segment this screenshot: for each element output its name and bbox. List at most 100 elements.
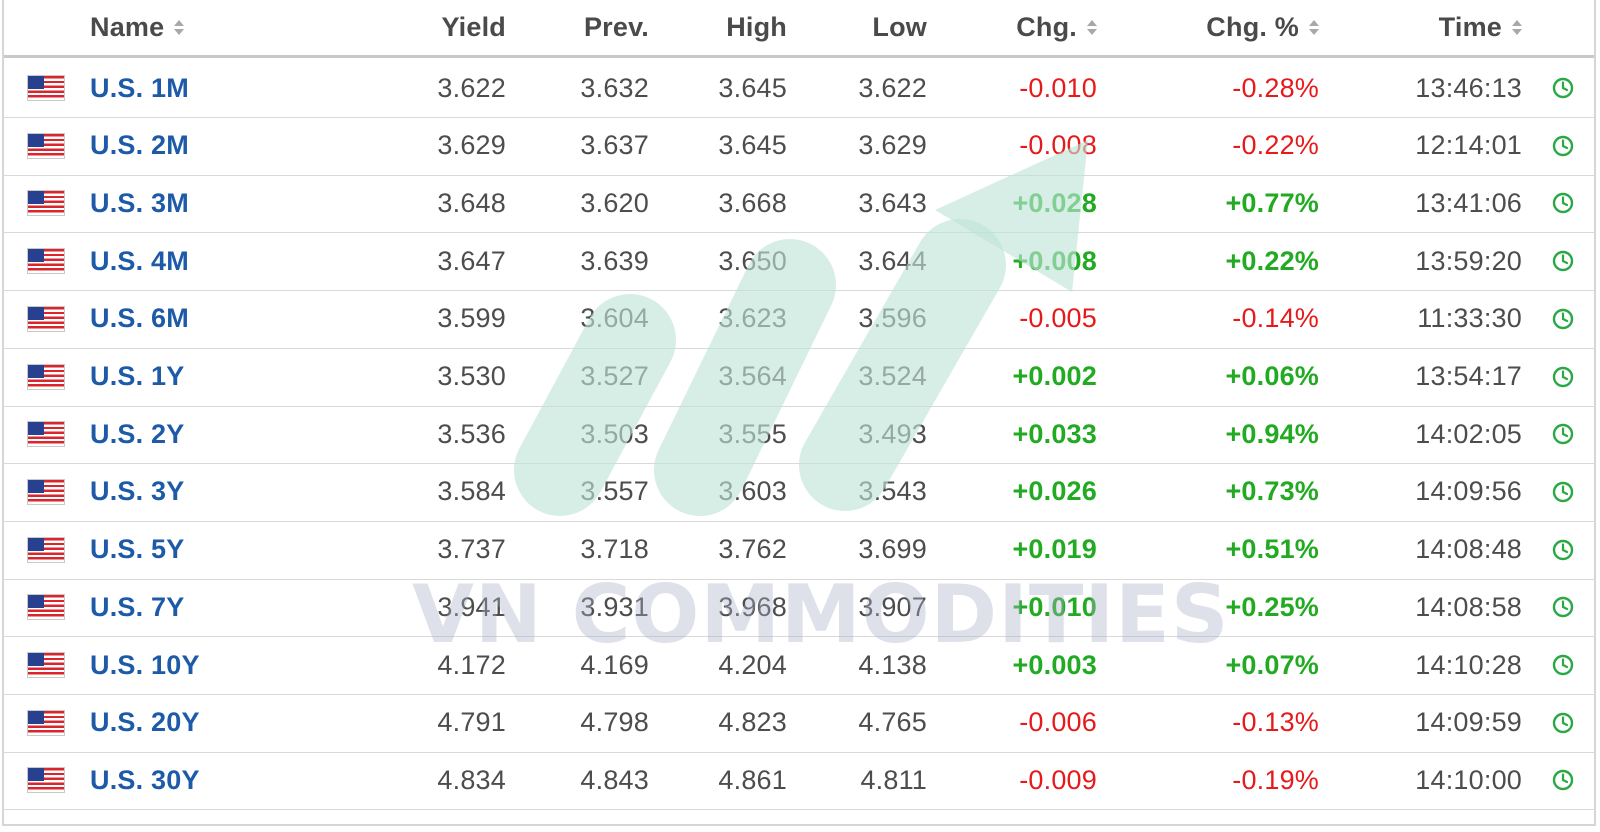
- yield-cell: 3.584: [437, 476, 506, 507]
- clock-icon: [1552, 654, 1574, 676]
- high-cell: 3.623: [718, 303, 787, 334]
- chg-cell: +0.002: [1012, 361, 1097, 391]
- flag-cell: [28, 117, 66, 175]
- chg-cell: +0.026: [1012, 476, 1097, 507]
- header-yield[interactable]: Yield: [344, 0, 506, 55]
- yield-cell: 3.629: [437, 130, 506, 161]
- us-flag-icon: [28, 479, 64, 504]
- table-row[interactable]: U.S. 20Y 4.791 4.798 4.823 4.765 -0.006 …: [4, 694, 1594, 753]
- clock-icon: [1552, 712, 1574, 733]
- clock-cell: [1552, 463, 1582, 521]
- instrument-link[interactable]: U.S. 2Y: [90, 419, 184, 450]
- low-cell: 3.622: [858, 72, 927, 103]
- time-cell: 12:14:01: [1415, 130, 1522, 161]
- low-cell: 4.811: [860, 764, 927, 795]
- chg-cell: -0.006: [1019, 707, 1097, 738]
- time-cell: 14:08:48: [1415, 534, 1522, 565]
- chg-cell: +0.033: [1012, 418, 1097, 449]
- instrument-link[interactable]: U.S. 3Y: [90, 476, 184, 507]
- clock-icon: [1552, 770, 1574, 791]
- clock-cell: [1552, 521, 1582, 579]
- chg-cell: -0.005: [1019, 303, 1097, 334]
- us-flag-icon: [28, 768, 64, 793]
- clock-icon: [1552, 250, 1574, 272]
- low-cell: 3.524: [858, 361, 927, 391]
- clock-icon: [1552, 423, 1574, 445]
- instrument-link[interactable]: U.S. 4M: [90, 246, 189, 277]
- yield-cell: 3.648: [437, 187, 506, 218]
- table-row[interactable]: U.S. 4M 3.647 3.639 3.650 3.644 +0.008 +…: [4, 232, 1594, 292]
- instrument-link[interactable]: U.S. 5Y: [90, 534, 184, 565]
- table-row[interactable]: U.S. 2Y 3.536 3.503 3.555 3.493 +0.033 +…: [4, 405, 1594, 465]
- instrument-link[interactable]: U.S. 2M: [90, 130, 189, 161]
- clock-cell: [1552, 117, 1582, 175]
- instrument-link[interactable]: U.S. 6M: [90, 303, 189, 334]
- watermark-text: VN COMMODITIES: [412, 568, 1230, 661]
- table-header: Name Yield Prev. High Low Chg. Chg. % Ti…: [4, 0, 1594, 58]
- us-flag-icon: [28, 76, 64, 100]
- chg-pct-cell: +0.06%: [1225, 361, 1319, 391]
- instrument-link[interactable]: U.S. 3M: [90, 188, 189, 219]
- sort-arrows-icon: [1512, 20, 1522, 35]
- flag-cell: [28, 521, 66, 579]
- flag-cell: [28, 174, 66, 232]
- chg-pct-cell: +0.77%: [1225, 187, 1319, 218]
- clock-cell: [1552, 751, 1582, 809]
- header-low[interactable]: Low: [764, 0, 927, 55]
- high-cell: 3.555: [718, 418, 787, 449]
- header-name-label: Name: [90, 12, 165, 42]
- table-row[interactable]: U.S. 30Y 4.834 4.843 4.861 4.811 -0.009 …: [4, 751, 1594, 811]
- table-row[interactable]: U.S. 2M 3.629 3.637 3.645 3.629 -0.008 -…: [4, 117, 1594, 176]
- header-chg-pct[interactable]: Chg. %: [1114, 0, 1319, 55]
- low-cell: 3.644: [858, 245, 927, 276]
- instrument-link[interactable]: U.S. 7Y: [90, 592, 184, 623]
- yield-cell: 3.536: [437, 418, 506, 449]
- clock-cell: [1552, 348, 1582, 406]
- table-row[interactable]: U.S. 3Y 3.584 3.557 3.603 3.543 +0.026 +…: [4, 463, 1594, 522]
- table-row[interactable]: U.S. 1Y 3.530 3.527 3.564 3.524 +0.002 +…: [4, 348, 1594, 407]
- table-row[interactable]: U.S. 6M 3.599 3.604 3.623 3.596 -0.005 -…: [4, 290, 1594, 349]
- header-high[interactable]: High: [624, 0, 787, 55]
- chg-cell: -0.010: [1019, 72, 1097, 103]
- table-row[interactable]: U.S. 3M 3.648 3.620 3.668 3.643 +0.028 +…: [4, 174, 1594, 234]
- time-cell: 14:09:56: [1415, 476, 1522, 507]
- chg-pct-cell: +0.22%: [1225, 245, 1319, 276]
- flag-cell: [28, 348, 66, 406]
- flag-cell: [28, 405, 66, 463]
- instrument-link[interactable]: U.S. 20Y: [90, 707, 200, 738]
- instrument-link[interactable]: U.S. 1M: [90, 73, 189, 104]
- header-chg-label: Chg.: [1016, 12, 1077, 42]
- header-chg[interactable]: Chg.: [914, 0, 1097, 55]
- time-cell: 14:02:05: [1415, 418, 1522, 449]
- time-cell: 13:54:17: [1415, 361, 1522, 391]
- instrument-link[interactable]: U.S. 30Y: [90, 765, 200, 796]
- flag-cell: [28, 290, 66, 348]
- instrument-link[interactable]: U.S. 1Y: [90, 361, 184, 392]
- chg-cell: +0.008: [1012, 245, 1097, 276]
- us-flag-icon: [28, 422, 64, 447]
- us-flag-icon: [28, 249, 64, 274]
- chg-pct-cell: +0.94%: [1225, 418, 1319, 449]
- time-cell: 14:10:00: [1415, 764, 1522, 795]
- chg-pct-cell: +0.73%: [1225, 476, 1319, 507]
- instrument-link[interactable]: U.S. 10Y: [90, 650, 200, 681]
- time-cell: 13:59:20: [1415, 245, 1522, 276]
- high-cell: 4.861: [718, 764, 787, 795]
- chg-pct-cell: -0.13%: [1232, 707, 1319, 738]
- high-cell: 3.645: [718, 72, 787, 103]
- chg-cell: +0.028: [1012, 187, 1097, 218]
- yield-cell: 4.834: [437, 764, 506, 795]
- chg-pct-cell: -0.19%: [1232, 764, 1319, 795]
- clock-icon: [1552, 193, 1574, 214]
- bond-yields-table: Name Yield Prev. High Low Chg. Chg. % Ti…: [2, 0, 1596, 826]
- table-row[interactable]: U.S. 1M 3.622 3.632 3.645 3.622 -0.010 -…: [4, 59, 1594, 118]
- us-flag-icon: [28, 537, 64, 562]
- clock-icon: [1552, 481, 1574, 503]
- chg-pct-cell: -0.22%: [1232, 130, 1319, 161]
- header-time[interactable]: Time: [1334, 0, 1522, 55]
- low-cell: 3.493: [858, 418, 927, 449]
- yield-cell: 4.791: [437, 707, 506, 738]
- chg-pct-cell: -0.14%: [1232, 303, 1319, 334]
- time-cell: 14:10:28: [1415, 649, 1522, 680]
- yield-cell: 3.647: [437, 245, 506, 276]
